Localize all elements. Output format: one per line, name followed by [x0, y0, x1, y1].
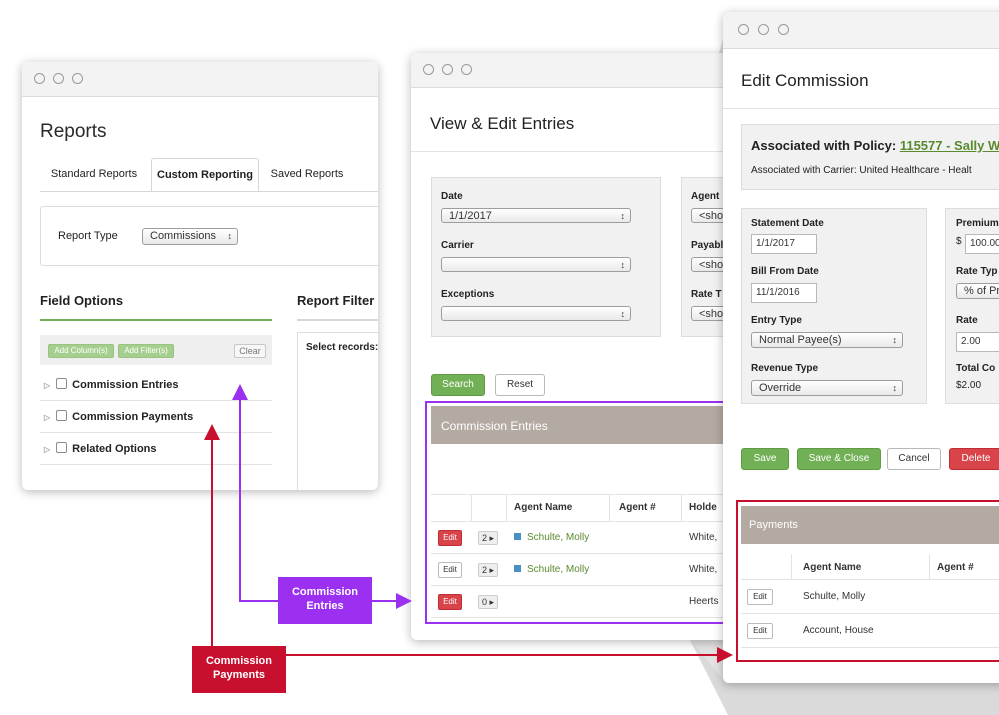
- entries-arrow-up: [232, 384, 278, 602]
- annotation-arrows: [204, 384, 733, 663]
- commission-entries-callout: Commission Entries: [278, 577, 372, 624]
- commission-payments-callout: Commission Payments: [192, 646, 286, 693]
